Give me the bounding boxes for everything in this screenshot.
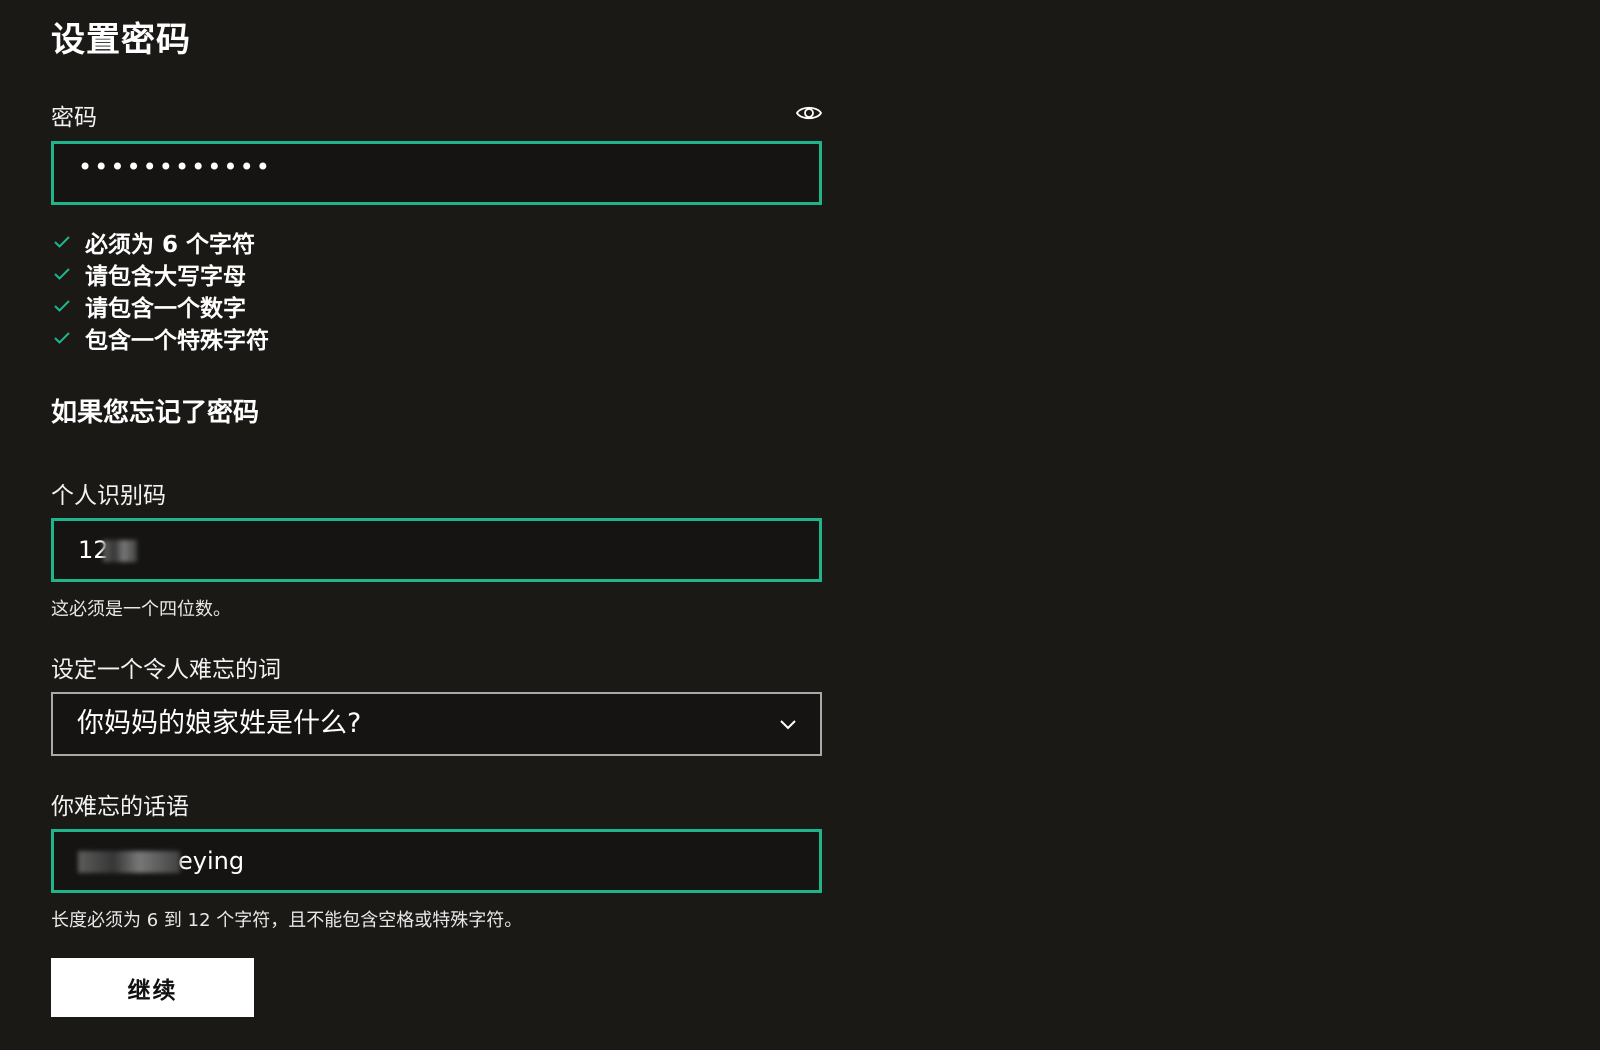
recovery-heading: 如果您忘记了密码 [51, 398, 260, 428]
memorable-question-value: 你妈妈的娘家姓是什么? [77, 708, 362, 739]
check-icon [53, 233, 71, 251]
check-icon [53, 265, 71, 283]
requirement-item: 必须为 6 个字符 [51, 226, 269, 258]
requirement-text: 请包含一个数字 [85, 296, 246, 322]
memorable-answer-field[interactable]: eying [51, 829, 822, 893]
chevron-down-icon [780, 720, 796, 730]
eye-icon[interactable] [795, 100, 823, 126]
requirement-item: 请包含一个数字 [51, 290, 269, 322]
pin-label: 个人识别码 [51, 483, 166, 509]
page-title: 设置密码 [51, 20, 191, 60]
memorable-answer-value: eying [78, 832, 244, 890]
check-icon [53, 297, 71, 315]
memorable-question-label: 设定一个令人难忘的词 [51, 657, 281, 683]
password-label: 密码 [51, 105, 97, 131]
answer-redaction [78, 851, 180, 873]
password-value: •••••••••••• [78, 153, 272, 181]
memorable-answer-hint: 长度必须为 6 到 12 个字符，且不能包含空格或特殊字符。 [51, 910, 523, 931]
memorable-answer-label: 你难忘的话语 [51, 794, 189, 820]
memorable-question-select[interactable]: 你妈妈的娘家姓是什么? [51, 692, 822, 756]
pin-field[interactable]: 12 [51, 518, 822, 582]
pin-hint: 这必须是一个四位数。 [51, 599, 231, 620]
check-icon [53, 329, 71, 347]
continue-button[interactable]: 继续 [51, 958, 254, 1017]
pin-value: 12 [78, 521, 137, 579]
requirement-text: 必须为 6 个字符 [85, 232, 256, 258]
password-requirements: 必须为 6 个字符 请包含大写字母 请包含一个数字 包含一个特殊字符 [51, 226, 269, 354]
requirement-item: 包含一个特殊字符 [51, 322, 269, 354]
pin-redaction [102, 540, 137, 562]
requirement-text: 包含一个特殊字符 [85, 328, 269, 354]
answer-visible-text: eying [178, 847, 245, 875]
requirement-item: 请包含大写字母 [51, 258, 269, 290]
password-field[interactable]: •••••••••••• [51, 141, 822, 205]
requirement-text: 请包含大写字母 [85, 264, 246, 290]
